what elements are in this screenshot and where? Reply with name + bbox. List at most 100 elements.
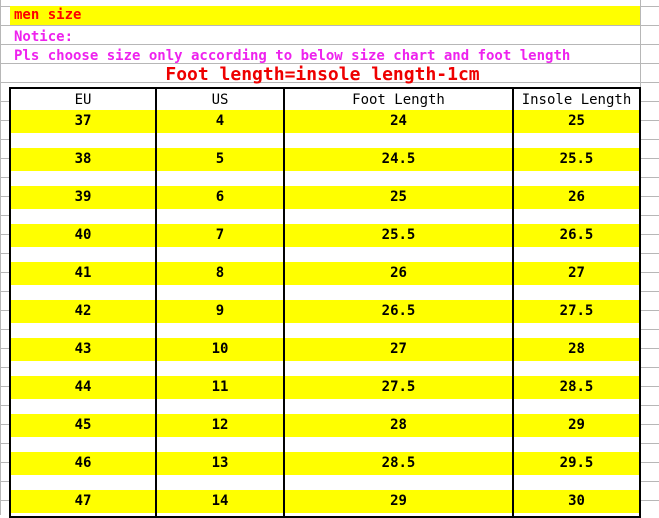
- table-cell: 41: [10, 262, 157, 300]
- cell-value: 28.5: [381, 455, 416, 471]
- cell-value: 25.5: [559, 151, 594, 167]
- cell-value: 28: [568, 341, 585, 357]
- table-cell: 9: [155, 300, 285, 338]
- cell-value: 30: [568, 493, 585, 509]
- table-row: 46 13 28.5 29.5: [10, 452, 640, 490]
- formula-text: Foot length=insole length-1cm: [165, 64, 480, 85]
- cell-value: 24.5: [381, 151, 416, 167]
- table-cell: 12: [155, 414, 285, 452]
- table-cell: 43: [10, 338, 157, 376]
- cell-value: 8: [215, 265, 225, 281]
- table-body: 37 4 24 25 38 5 24.5 25.5 39 6 25 26 40 7 25.5 26.5 41 8 2…: [10, 110, 640, 517]
- table-cell: 47: [10, 490, 157, 517]
- table-cell: 5: [155, 148, 285, 186]
- table-cell: 28.5: [283, 452, 514, 490]
- table-cell: 27.5: [283, 376, 514, 414]
- column-header: EU: [10, 88, 157, 110]
- cell-value: 25.5: [381, 227, 416, 243]
- table-cell: 38: [10, 148, 157, 186]
- table-cell: 13: [155, 452, 285, 490]
- table-cell: 39: [10, 186, 157, 224]
- banner-title: men size: [14, 7, 82, 23]
- table-cell: 42: [10, 300, 157, 338]
- grid-row-line: [0, 25, 659, 26]
- table-cell: 44: [10, 376, 157, 414]
- table-row: 38 5 24.5 25.5: [10, 148, 640, 186]
- cell-value: 28: [390, 417, 407, 433]
- cell-value: 29: [390, 493, 407, 509]
- table-cell: 28: [512, 338, 640, 376]
- table-cell: 25: [512, 110, 640, 148]
- table-row: 45 12 28 29: [10, 414, 640, 452]
- cell-value: 26.5: [381, 303, 416, 319]
- table-row: 37 4 24 25: [10, 110, 640, 148]
- size-chart-table: EU US Foot Length Insole Length 37 4 24 25 38 5 2…: [9, 87, 641, 518]
- table-cell: 25.5: [283, 224, 514, 262]
- cell-value: 44: [74, 379, 92, 395]
- grid-row-line: [0, 44, 659, 45]
- column-header: US: [155, 88, 285, 110]
- table-cell: 30: [512, 490, 640, 517]
- table-cell: 25.5: [512, 148, 640, 186]
- table-cell: 11: [155, 376, 285, 414]
- table-cell: 26: [512, 186, 640, 224]
- cell-value: 29: [568, 417, 585, 433]
- table-cell: 28.5: [512, 376, 640, 414]
- table-cell: 7: [155, 224, 285, 262]
- table-cell: 28: [283, 414, 514, 452]
- cell-value: 24: [390, 113, 407, 129]
- cell-value: 26.5: [559, 227, 594, 243]
- table-cell: 4: [155, 110, 285, 148]
- cell-value: 10: [211, 341, 229, 357]
- cell-value: 27: [390, 341, 407, 357]
- table-cell: 26.5: [283, 300, 514, 338]
- table-row: 39 6 25 26: [10, 186, 640, 224]
- cell-value: 26: [568, 189, 585, 205]
- cell-value: 27.5: [381, 379, 416, 395]
- cell-value: 7: [215, 227, 225, 243]
- size-banner: men size: [10, 6, 640, 25]
- cell-value: 45: [74, 417, 92, 433]
- table-cell: 29: [283, 490, 514, 517]
- notice-body: Pls choose size only according to below …: [14, 48, 571, 64]
- table-cell: 27: [512, 262, 640, 300]
- cell-value: 6: [215, 189, 225, 205]
- cell-value: 28.5: [559, 379, 594, 395]
- cell-value: 12: [211, 417, 229, 433]
- cell-value: 4: [215, 113, 225, 129]
- table-cell: 26.5: [512, 224, 640, 262]
- table-cell: 40: [10, 224, 157, 262]
- cell-value: 5: [215, 151, 225, 167]
- cell-value: 37: [74, 113, 92, 129]
- table-cell: 25: [283, 186, 514, 224]
- cell-value: 29.5: [559, 455, 594, 471]
- cell-value: 38: [74, 151, 92, 167]
- cell-value: 27.5: [559, 303, 594, 319]
- table-row: 47 14 29 30: [10, 490, 640, 517]
- cell-value: 25: [390, 189, 407, 205]
- table-cell: 29: [512, 414, 640, 452]
- table-cell: 27.5: [512, 300, 640, 338]
- cell-value: 40: [74, 227, 92, 243]
- table-cell: 10: [155, 338, 285, 376]
- cell-value: 27: [568, 265, 585, 281]
- cell-value: 39: [74, 189, 92, 205]
- table-cell: 46: [10, 452, 157, 490]
- table-row: 42 9 26.5 27.5: [10, 300, 640, 338]
- cell-value: 43: [74, 341, 92, 357]
- cell-value: 9: [215, 303, 225, 319]
- cell-value: 25: [568, 113, 585, 129]
- table-row: 41 8 26 27: [10, 262, 640, 300]
- table-cell: 26: [283, 262, 514, 300]
- table-header-row: EU US Foot Length Insole Length: [10, 88, 640, 110]
- cell-value: 46: [74, 455, 92, 471]
- cell-value: 41: [74, 265, 92, 281]
- cell-value: 47: [74, 493, 92, 509]
- cell-value: 42: [74, 303, 92, 319]
- notice-heading: Notice:: [14, 29, 74, 45]
- cell-value: 26: [390, 265, 407, 281]
- table-row: 44 11 27.5 28.5: [10, 376, 640, 414]
- column-header: Insole Length: [512, 88, 640, 110]
- table-row: 43 10 27 28: [10, 338, 640, 376]
- table-cell: 29.5: [512, 452, 640, 490]
